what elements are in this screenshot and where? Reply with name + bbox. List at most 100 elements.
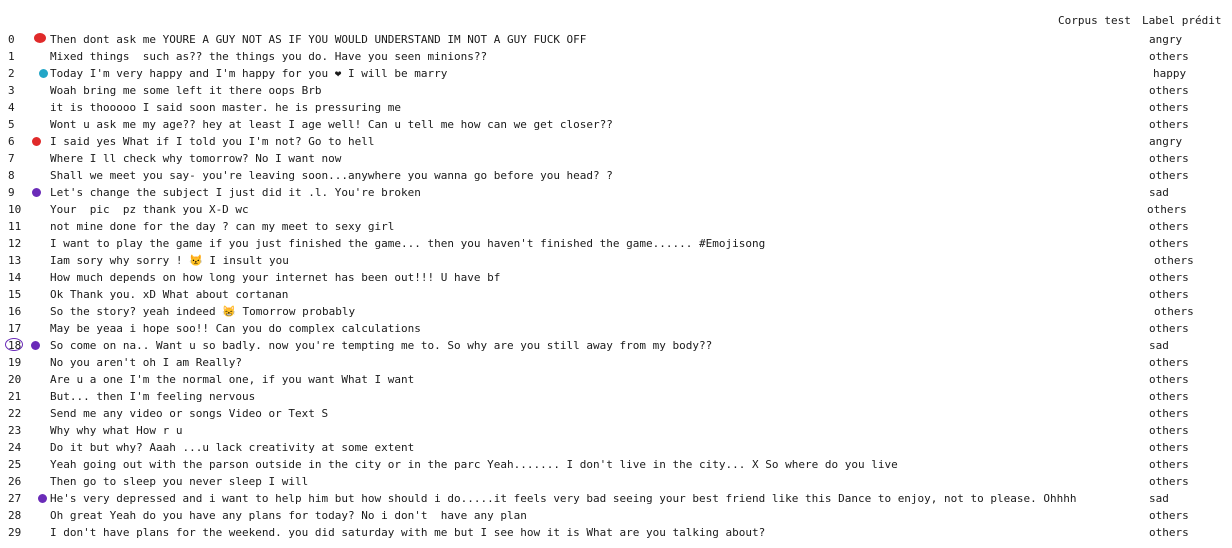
table-row: 6 I said yes What if I told you I'm not? … [0, 133, 1232, 150]
table-row: 1 Mixed things such as?? the things you d… [0, 48, 1232, 65]
corpus-text: Mixed things such as?? the things you do… [50, 50, 488, 63]
predicted-label: others [1149, 322, 1189, 335]
corpus-text: I don't have plans for the weekend. you … [50, 526, 766, 539]
row-index: 5 [8, 118, 15, 131]
corpus-text: Send me any video or songs Video or Text… [50, 407, 329, 420]
row-index: 27 [8, 492, 22, 505]
table-row: 4 it is thooooo I said soon master. he is… [0, 99, 1232, 116]
table-row: 10 Your pic pz thank you X-D wc others [0, 201, 1232, 218]
predicted-label: others [1149, 475, 1189, 488]
happy-marker-dot [39, 69, 48, 78]
predicted-label: others [1149, 526, 1189, 539]
table-row: 25 Yeah going out with the parson outside… [0, 456, 1232, 473]
row-index: 9 [8, 186, 15, 199]
sad-marker-dot [31, 341, 40, 350]
row-index: 28 [8, 509, 22, 522]
corpus-text: Then go to sleep you never sleep I will [50, 475, 309, 488]
row-index: 23 [8, 424, 22, 437]
corpus-text: So the story? yeah indeed 😸 Tomorrow pro… [50, 305, 356, 318]
corpus-text: No you aren't oh I am Really? [50, 356, 243, 369]
column-header-label: Label prédit [1142, 14, 1222, 27]
row-index: 10 [8, 203, 22, 216]
predicted-label: others [1149, 407, 1189, 420]
angry-marker-dot [32, 137, 41, 146]
corpus-text: Woah bring me some left it there oops Br… [50, 84, 322, 97]
row-index: 0 [8, 33, 15, 46]
prediction-table: 0 Then dont ask me YOURE A GUY NOT AS IF … [0, 31, 1232, 541]
corpus-text: But... then I'm feeling nervous [50, 390, 256, 403]
predicted-label: others [1149, 50, 1189, 63]
table-row: 16 So the story? yeah indeed 😸 Tomorrow p… [0, 303, 1232, 320]
corpus-text: Then dont ask me YOURE A GUY NOT AS IF Y… [50, 33, 587, 46]
predicted-label: others [1149, 271, 1189, 284]
predicted-label: others [1149, 390, 1189, 403]
table-row: 19 No you aren't oh I am Really? others [0, 354, 1232, 371]
corpus-text: How much depends on how long your intern… [50, 271, 501, 284]
predicted-label: sad [1149, 492, 1169, 505]
table-row: 24 Do it but why? Aaah ...u lack creativi… [0, 439, 1232, 456]
predicted-label: others [1149, 288, 1189, 301]
column-header-text: Corpus test [1058, 14, 1131, 27]
row-index: 16 [8, 305, 22, 318]
table-row: 7 Where I ll check why tomorrow? No I wan… [0, 150, 1232, 167]
row-index: 14 [8, 271, 22, 284]
corpus-text: Shall we meet you say- you're leaving so… [50, 169, 613, 182]
row-index: 7 [8, 152, 15, 165]
row-index: 25 [8, 458, 22, 471]
corpus-text: Where I ll check why tomorrow? No I want… [50, 152, 342, 165]
row-index: 22 [8, 407, 22, 420]
row-index: 2 [8, 67, 15, 80]
corpus-text: I want to play the game if you just fini… [50, 237, 766, 250]
row-index: 24 [8, 441, 22, 454]
table-row: 9 Let's change the subject I just did it … [0, 184, 1232, 201]
table-row: 21 But... then I'm feeling nervous others [0, 388, 1232, 405]
table-row: 5 Wont u ask me my age?? hey at least I a… [0, 116, 1232, 133]
sad-marker-dot [38, 494, 47, 503]
corpus-text: Oh great Yeah do you have any plans for … [50, 509, 527, 522]
predicted-label: others [1149, 152, 1189, 165]
row-index: 8 [8, 169, 15, 182]
predicted-label: sad [1149, 339, 1169, 352]
row-index: 4 [8, 101, 15, 114]
predicted-label: others [1149, 220, 1189, 233]
predicted-label: others [1154, 305, 1194, 318]
table-row: 18 So come on na.. Want u so badly. now y… [0, 337, 1232, 354]
predicted-label: others [1149, 356, 1189, 369]
corpus-text: Your pic pz thank you X-D wc [50, 203, 249, 216]
corpus-text: it is thooooo I said soon master. he is … [50, 101, 401, 114]
corpus-text: not mine done for the day ? can my meet … [50, 220, 395, 233]
corpus-text: Iam sory why sorry ! 😾 I insult you [50, 254, 289, 267]
row-index: 15 [8, 288, 22, 301]
predicted-label: others [1149, 101, 1189, 114]
table-row: 29 I don't have plans for the weekend. yo… [0, 524, 1232, 541]
row-index: 21 [8, 390, 22, 403]
corpus-text: He's very depressed and i want to help h… [50, 492, 1077, 505]
table-row: 23 Why why what How r u others [0, 422, 1232, 439]
predicted-label: others [1149, 441, 1189, 454]
predicted-label: others [1149, 424, 1189, 437]
table-row: 15 Ok Thank you. xD What about cortanan ot… [0, 286, 1232, 303]
corpus-text: I said yes What if I told you I'm not? G… [50, 135, 375, 148]
table-row: 27 He's very depressed and i want to help… [0, 490, 1232, 507]
table-row: 2 Today I'm very happy and I'm happy for … [0, 65, 1232, 82]
row-index: 11 [8, 220, 22, 233]
corpus-text: Why why what How r u [50, 424, 183, 437]
sad-marker-dot [32, 188, 41, 197]
row-index: 13 [8, 254, 22, 267]
corpus-text: Wont u ask me my age?? hey at least I ag… [50, 118, 613, 131]
predicted-label: others [1149, 237, 1189, 250]
corpus-text: So come on na.. Want u so badly. now you… [50, 339, 713, 352]
table-row: 12 I want to play the game if you just fi… [0, 235, 1232, 252]
row-index: 29 [8, 526, 22, 539]
predicted-label: others [1149, 169, 1189, 182]
corpus-text: Ok Thank you. xD What about cortanan [50, 288, 289, 301]
row-index: 20 [8, 373, 22, 386]
hand-drawn-circle-annotation [5, 338, 23, 351]
row-index: 6 [8, 135, 15, 148]
predicted-label: others [1149, 84, 1189, 97]
table-row: 0 Then dont ask me YOURE A GUY NOT AS IF … [0, 31, 1232, 48]
predicted-label: angry [1149, 33, 1183, 46]
table-row: 11 not mine done for the day ? can my mee… [0, 218, 1232, 235]
predicted-label: sad [1149, 186, 1169, 199]
table-row: 3 Woah bring me some left it there oops B… [0, 82, 1232, 99]
